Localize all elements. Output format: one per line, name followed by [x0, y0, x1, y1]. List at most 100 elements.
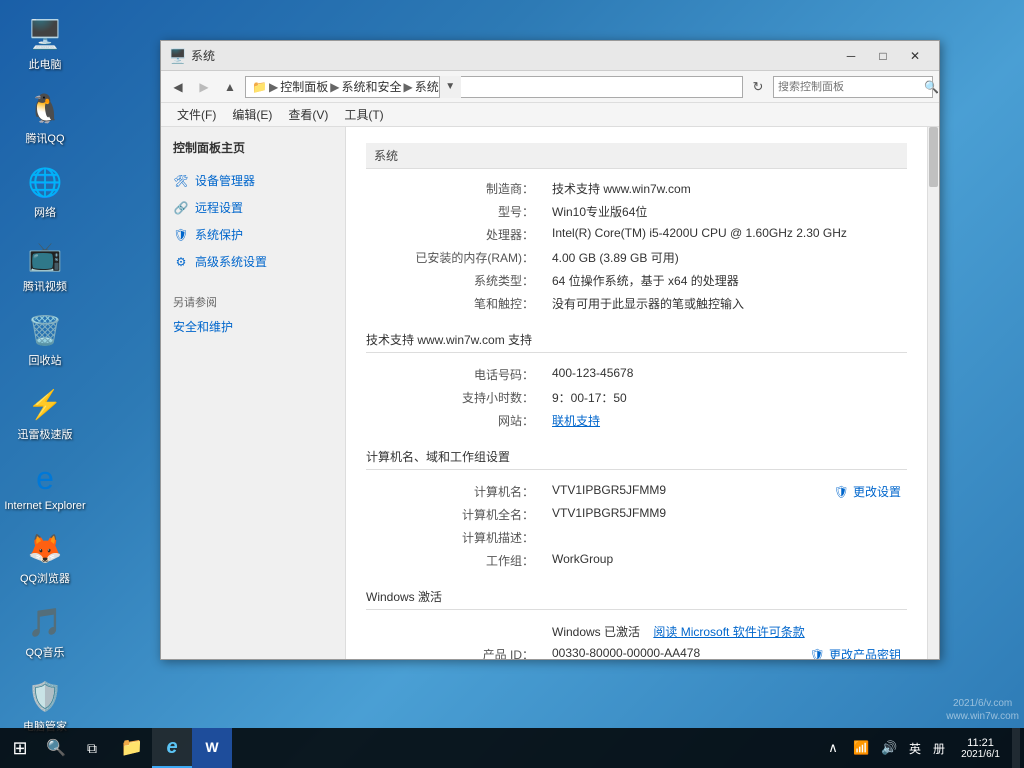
workgroup-value: WorkGroup — [546, 549, 907, 572]
tray-clock[interactable]: 11:21 2021/6/1 — [953, 728, 1008, 768]
window-scrollbar[interactable] — [927, 127, 939, 659]
start-button[interactable]: ⊞ — [0, 728, 40, 768]
tray-language[interactable]: 英 — [905, 728, 925, 768]
desktop-icon-qq[interactable]: 🐧 腾讯QQ — [10, 84, 80, 150]
xunlei-label: 迅雷极速版 — [18, 426, 73, 442]
window-titlebar[interactable]: 🖥️ 系统 ─ □ ✕ — [161, 41, 939, 71]
processor-row: 处理器： Intel(R) Core(TM) i5-4200U CPU @ 1.… — [366, 223, 907, 246]
window-icon: 🖥️ — [169, 48, 185, 64]
change-settings-button[interactable]: 🛡 更改设置 — [834, 483, 901, 500]
qq-music-label: QQ音乐 — [25, 644, 64, 660]
desktop-icon-recycle-bin[interactable]: 🗑️ 回收站 — [10, 306, 80, 372]
change-product-key-button[interactable]: 🛡 更改产品密钥 — [810, 646, 901, 659]
qq-icon: 🐧 — [25, 88, 65, 128]
phone-label: 电话号码： — [366, 363, 546, 386]
tray-overflow-button[interactable]: ∧ — [821, 728, 845, 768]
activation-row: Windows 已激活 阅读 Microsoft 软件许可条款 — [366, 620, 907, 643]
ie-icon: e — [25, 458, 65, 498]
shield-icon-key: 🛡 — [810, 648, 825, 660]
shield-icon: 🛡 — [834, 485, 849, 499]
computer-desc-value — [546, 526, 907, 549]
menu-bar: 文件(F) 编辑(E) 查看(V) 工具(T) — [161, 103, 939, 127]
address-path[interactable]: 📁 ▶ 控制面板 ▶ 系统和安全 ▶ 系统 ▼ — [245, 76, 743, 98]
window-controls: ─ □ ✕ — [835, 41, 931, 71]
desktop-icon-qq-music[interactable]: 🎵 QQ音乐 — [10, 598, 80, 664]
system-type-label: 系统类型： — [366, 269, 546, 292]
taskbar-word[interactable]: W — [192, 728, 232, 768]
activation-status: Windows 已激活 — [552, 625, 640, 639]
pen-label: 笔和触控： — [366, 292, 546, 315]
search-box: 🔍 — [773, 76, 933, 98]
ram-value: 4.00 GB (3.89 GB 可用) — [546, 246, 907, 269]
manufacturer-label: 制造商： — [366, 177, 546, 200]
ram-row: 已安装的内存(RAM)： 4.00 GB (3.89 GB 可用) — [366, 246, 907, 269]
product-id-cell: 00330-80000-00000-AA478 🛡 更改产品密钥 — [546, 643, 907, 659]
search-input[interactable] — [778, 81, 920, 93]
phone-value: 400-123-45678 — [546, 363, 907, 386]
recycle-bin-label: 回收站 — [29, 352, 62, 368]
desktop-icon-xunlei[interactable]: ⚡ 迅雷极速版 — [10, 380, 80, 446]
hours-value: 9：00-17：50 — [546, 386, 907, 409]
taskbar-ie[interactable]: e — [152, 728, 192, 768]
show-desktop-button[interactable] — [1012, 728, 1020, 768]
menu-file[interactable]: 文件(F) — [169, 103, 224, 127]
refresh-button[interactable]: ↻ — [747, 76, 769, 98]
computer-full-row: 计算机全名： VTV1IPBGR5JFMM9 — [366, 503, 907, 526]
menu-tools[interactable]: 工具(T) — [336, 103, 391, 127]
processor-label: 处理器： — [366, 223, 546, 246]
watermark: 2021/6/v.com www.win7w.com — [946, 697, 1019, 723]
taskbar-search-button[interactable]: 🔍 — [40, 728, 72, 768]
system-window: 🖥️ 系统 ─ □ ✕ ◀ ▶ ▲ 📁 ▶ 控制面板 ▶ 系统和安全 ▶ 系统 … — [160, 40, 940, 660]
sidebar-link-remote-settings[interactable]: 🔗 远程设置 — [169, 195, 337, 220]
system-type-row: 系统类型： 64 位操作系统，基于 x64 的处理器 — [366, 269, 907, 292]
sidebar-link-system-protection[interactable]: 🛡 系统保护 — [169, 222, 337, 247]
device-manager-icon: 🛠 — [173, 173, 189, 189]
window-title: 系统 — [191, 47, 835, 64]
up-button[interactable]: ▲ — [219, 76, 241, 98]
qq-browser-icon: 🦊 — [25, 528, 65, 568]
tray-ime[interactable]: 册 — [929, 728, 949, 768]
path-segment-3: 系统 — [415, 78, 439, 95]
website-value[interactable]: 联机支持 — [546, 409, 907, 432]
maximize-button[interactable]: □ — [867, 41, 899, 71]
taskbar-file-explorer[interactable]: 📁 — [112, 728, 152, 768]
desktop-icon-this-pc[interactable]: 🖥️ 此电脑 — [10, 10, 80, 76]
sidebar-link-device-manager[interactable]: 🛠 设备管理器 — [169, 168, 337, 193]
desktop-icon-ie[interactable]: e Internet Explorer — [10, 454, 80, 516]
activation-link[interactable]: 阅读 Microsoft 软件许可条款 — [653, 625, 804, 639]
computer-full-label: 计算机全名： — [366, 503, 546, 526]
pen-row: 笔和触控： 没有可用于此显示器的笔或触控输入 — [366, 292, 907, 315]
desktop-icon-network[interactable]: 🌐 网络 — [10, 158, 80, 224]
menu-view[interactable]: 查看(V) — [280, 103, 336, 127]
main-panel[interactable]: 系统 制造商： 技术支持 www.win7w.com 型号： Win10专业版6… — [346, 127, 927, 659]
qq-label: 腾讯QQ — [25, 130, 64, 146]
phone-row: 电话号码： 400-123-45678 — [366, 363, 907, 386]
computer-name-label: 计算机名： — [366, 480, 546, 503]
tray-time: 11:21 — [967, 737, 994, 749]
back-button[interactable]: ◀ — [167, 76, 189, 98]
window-content: 控制面板主页 🛠 设备管理器 🔗 远程设置 🛡 系统保护 ⚙ 高级系统设置 — [161, 127, 939, 659]
computer-desc-label: 计算机描述： — [366, 526, 546, 549]
sidebar-link-advanced-settings[interactable]: ⚙ 高级系统设置 — [169, 249, 337, 274]
tray-volume-icon[interactable]: 🔊 — [877, 728, 901, 768]
support-section-title: 技术支持 www.win7w.com 支持 — [366, 331, 907, 353]
forward-button[interactable]: ▶ — [193, 76, 215, 98]
network-icon: 🌐 — [25, 162, 65, 202]
minimize-button[interactable]: ─ — [835, 41, 867, 71]
menu-edit[interactable]: 编辑(E) — [224, 103, 280, 127]
ie-label: Internet Explorer — [4, 500, 85, 512]
xunlei-icon: ⚡ — [25, 384, 65, 424]
close-button[interactable]: ✕ — [899, 41, 931, 71]
path-folder-icon: 📁 — [252, 80, 267, 94]
tray-date: 2021/6/1 — [961, 749, 1000, 760]
path-dropdown[interactable]: ▼ — [439, 76, 461, 98]
website-label: 网站： — [366, 409, 546, 432]
desktop-icon-qq-browser[interactable]: 🦊 QQ浏览器 — [10, 524, 80, 590]
model-label: 型号： — [366, 200, 546, 223]
task-view-button[interactable]: ⧉ — [72, 728, 112, 768]
taskbar: ⊞ 🔍 ⧉ 📁 e W ∧ 📶 🔊 英 册 11:21 2021/6/1 — [0, 728, 1024, 768]
tray-wifi-icon[interactable]: 📶 — [849, 728, 873, 768]
scrollbar-thumb[interactable] — [929, 127, 938, 187]
sidebar-link-security[interactable]: 安全和维护 — [169, 314, 337, 339]
desktop-icon-tencent-video[interactable]: 📺 腾讯视频 — [10, 232, 80, 298]
